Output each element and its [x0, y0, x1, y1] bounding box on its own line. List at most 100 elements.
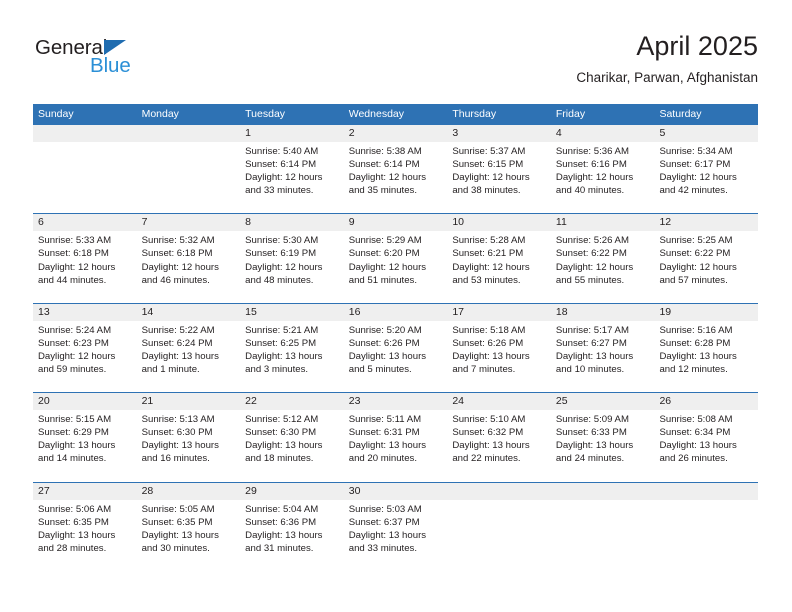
day-cell[interactable]: 12 Sunrise: 5:25 AM Sunset: 6:22 PM Dayligh… [654, 214, 759, 303]
daylight-text-line1: Daylight: 12 hours [245, 261, 323, 273]
day-number [550, 482, 655, 500]
day-cell[interactable]: 25 Sunrise: 5:09 AM Sunset: 6:33 PM Dayligh… [550, 393, 655, 482]
daylight-text-line2: and 14 minutes. [38, 453, 107, 465]
daylight-text-line1: Daylight: 13 hours [452, 350, 530, 362]
day-info: Sunrise: 5:25 AM Sunset: 6:22 PM Daylight:… [654, 231, 758, 286]
daylight-text-line1: Daylight: 13 hours [245, 440, 323, 452]
daylight-text-line1: Daylight: 13 hours [555, 350, 634, 362]
day-cell[interactable]: 29 Sunrise: 5:04 AM Sunset: 6:36 PM Dayligh… [240, 482, 344, 571]
day-cell[interactable]: 3 Sunrise: 5:37 AM Sunset: 6:15 PM Daylight… [447, 125, 551, 214]
day-cell[interactable]: 19 Sunrise: 5:16 AM Sunset: 6:28 PM Dayligh… [654, 303, 759, 393]
sunrise-text: Sunrise: 5:08 AM [659, 414, 733, 426]
day-number: 12 [654, 214, 759, 232]
sunrise-text: Sunrise: 5:32 AM [141, 235, 215, 247]
day-cell[interactable]: 26 Sunrise: 5:08 AM Sunset: 6:34 PM Dayligh… [654, 393, 759, 482]
brand-logo[interactable]: General Blue [35, 36, 195, 84]
day-cell-empty [447, 482, 551, 571]
daylight-text-line2: and 55 minutes. [555, 274, 625, 286]
day-cell[interactable]: 7 Sunrise: 5:32 AM Sunset: 6:18 PM Daylight… [136, 214, 241, 303]
day-cell[interactable]: 10 Sunrise: 5:28 AM Sunset: 6:21 PM Dayligh… [447, 214, 551, 303]
daylight-text-line2: and 3 minutes. [245, 364, 309, 376]
day-cell[interactable]: 20 Sunrise: 5:15 AM Sunset: 6:29 PM Dayligh… [33, 393, 137, 482]
day-number: 11 [550, 214, 655, 232]
sunset-text: Sunset: 6:28 PM [659, 337, 731, 349]
day-cell[interactable]: 24 Sunrise: 5:10 AM Sunset: 6:32 PM Dayligh… [447, 393, 551, 482]
daylight-text-line1: Daylight: 13 hours [348, 440, 427, 452]
day-number [136, 125, 241, 142]
daylight-text-line2: and 7 minutes. [452, 364, 516, 376]
day-cell[interactable]: 28 Sunrise: 5:05 AM Sunset: 6:35 PM Dayligh… [136, 482, 241, 571]
sunrise-text: Sunrise: 5:03 AM [348, 503, 422, 515]
day-cell-empty [136, 125, 241, 214]
day-number: 24 [447, 393, 551, 411]
day-cell[interactable]: 18 Sunrise: 5:17 AM Sunset: 6:27 PM Dayligh… [550, 303, 655, 393]
day-info: Sunrise: 5:17 AM Sunset: 6:27 PM Daylight:… [551, 321, 655, 376]
day-cell-empty [654, 482, 759, 571]
daylight-text-line2: and 59 minutes. [38, 364, 107, 376]
sunrise-text: Sunrise: 5:34 AM [659, 146, 733, 157]
sunrise-text: Sunrise: 5:38 AM [348, 146, 422, 157]
sunrise-text: Sunrise: 5:10 AM [452, 414, 526, 426]
day-cell[interactable]: 17 Sunrise: 5:18 AM Sunset: 6:26 PM Dayligh… [447, 303, 551, 393]
day-cell[interactable]: 6 Sunrise: 5:33 AM Sunset: 6:18 PM Daylight… [33, 214, 137, 303]
day-number: 21 [136, 393, 241, 411]
day-cell[interactable]: 4 Sunrise: 5:36 AM Sunset: 6:16 PM Daylight… [550, 125, 655, 214]
sunrise-text: Sunrise: 5:36 AM [555, 146, 629, 157]
daylight-text-line1: Daylight: 13 hours [245, 350, 323, 362]
page-title: April 2025 [636, 31, 758, 61]
day-cell[interactable]: 13 Sunrise: 5:24 AM Sunset: 6:23 PM Dayligh… [33, 303, 137, 393]
day-info: Sunrise: 5:10 AM Sunset: 6:32 PM Daylight:… [447, 410, 551, 465]
page-header: General Blue April 2025 Charikar, Parwan… [0, 0, 792, 100]
sunrise-text: Sunrise: 5:12 AM [245, 414, 319, 426]
day-cell[interactable]: 9 Sunrise: 5:29 AM Sunset: 6:20 PM Daylight… [343, 214, 448, 303]
daylight-text-line1: Daylight: 13 hours [659, 350, 737, 362]
day-number: 8 [240, 214, 344, 232]
day-number: 18 [550, 303, 655, 321]
sunset-text: Sunset: 6:18 PM [141, 248, 213, 260]
daylight-text-line1: Daylight: 12 hours [38, 261, 116, 273]
day-cell[interactable]: 16 Sunrise: 5:20 AM Sunset: 6:26 PM Dayligh… [343, 303, 448, 393]
day-cell[interactable]: 22 Sunrise: 5:12 AM Sunset: 6:30 PM Dayligh… [240, 393, 344, 482]
day-cell[interactable]: 15 Sunrise: 5:21 AM Sunset: 6:25 PM Dayligh… [240, 303, 344, 393]
day-number: 28 [136, 482, 241, 500]
daylight-text-line1: Daylight: 13 hours [141, 350, 219, 362]
day-cell[interactable]: 1 Sunrise: 5:40 AM Sunset: 6:14 PM Daylight… [240, 125, 344, 214]
daylight-text-line2: and 33 minutes. [348, 542, 418, 554]
day-cell[interactable]: 11 Sunrise: 5:26 AM Sunset: 6:22 PM Dayligh… [550, 214, 655, 303]
day-info: Sunrise: 5:13 AM Sunset: 6:30 PM Daylight:… [137, 410, 241, 465]
day-cell[interactable]: 5 Sunrise: 5:34 AM Sunset: 6:17 PM Daylight… [654, 125, 759, 214]
sunset-text: Sunset: 6:18 PM [38, 248, 109, 260]
daylight-text-line1: Daylight: 12 hours [348, 172, 427, 184]
daylight-text-line2: and 24 minutes. [555, 453, 625, 465]
daylight-text-line2: and 5 minutes. [348, 364, 412, 376]
sunset-text: Sunset: 6:20 PM [348, 248, 420, 260]
daylight-text-line2: and 48 minutes. [245, 274, 314, 286]
page-subtitle: Charikar, Parwan, Afghanistan [576, 70, 758, 85]
calendar-weeks: 1 Sunrise: 5:40 AM Sunset: 6:14 PM Daylight… [33, 125, 759, 571]
day-cell[interactable]: 21 Sunrise: 5:13 AM Sunset: 6:30 PM Dayligh… [136, 393, 241, 482]
weekday-header-row: Sunday Monday Tuesday Wednesday Thursday… [33, 104, 758, 125]
daylight-text-line2: and 57 minutes. [659, 274, 728, 286]
daylight-text-line2: and 44 minutes. [38, 274, 107, 286]
day-number: 2 [343, 125, 448, 142]
day-info: Sunrise: 5:29 AM Sunset: 6:20 PM Daylight:… [344, 231, 448, 286]
sunrise-text: Sunrise: 5:16 AM [659, 324, 733, 336]
daylight-text-line1: Daylight: 13 hours [452, 440, 530, 452]
day-cell[interactable]: 27 Sunrise: 5:06 AM Sunset: 6:35 PM Dayligh… [33, 482, 137, 571]
daylight-text-line2: and 38 minutes. [452, 185, 521, 197]
day-cell[interactable]: 14 Sunrise: 5:22 AM Sunset: 6:24 PM Dayligh… [136, 303, 241, 393]
sunrise-text: Sunrise: 5:13 AM [141, 414, 215, 426]
sunset-text: Sunset: 6:14 PM [245, 159, 317, 171]
sunset-text: Sunset: 6:15 PM [452, 159, 524, 171]
daylight-text-line1: Daylight: 13 hours [245, 529, 323, 541]
sunset-text: Sunset: 6:19 PM [245, 248, 317, 260]
day-number: 6 [33, 214, 137, 232]
day-cell[interactable]: 8 Sunrise: 5:30 AM Sunset: 6:19 PM Daylight… [240, 214, 344, 303]
day-cell[interactable]: 23 Sunrise: 5:11 AM Sunset: 6:31 PM Dayligh… [343, 393, 448, 482]
daylight-text-line2: and 28 minutes. [38, 542, 107, 554]
daylight-text-line1: Daylight: 12 hours [452, 261, 530, 273]
day-cell[interactable]: 2 Sunrise: 5:38 AM Sunset: 6:14 PM Daylight… [343, 125, 448, 214]
sunset-text: Sunset: 6:31 PM [348, 427, 420, 439]
sunset-text: Sunset: 6:29 PM [38, 427, 109, 439]
day-cell[interactable]: 30 Sunrise: 5:03 AM Sunset: 6:37 PM Dayligh… [343, 482, 448, 571]
